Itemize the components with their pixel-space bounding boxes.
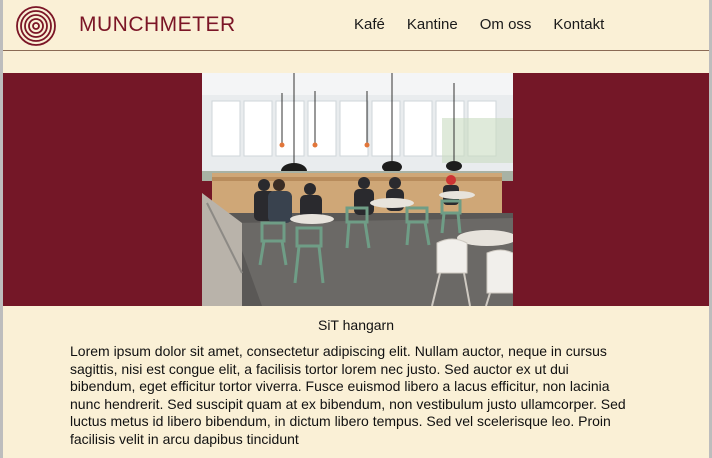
image-caption: SiT hangarn	[317, 317, 394, 333]
body-paragraph: Lorem ipsum dolor sit amet, consectetur …	[70, 343, 626, 447]
brand-title[interactable]: MUNCHMETER	[79, 13, 236, 37]
nav-item-om-oss[interactable]: Om oss	[480, 16, 532, 33]
cafeteria-photo	[202, 73, 513, 306]
main-nav: Kafé Kantine Om oss Kontakt	[354, 16, 626, 33]
nav-item-kantine[interactable]: Kantine	[407, 16, 458, 33]
hero-banner	[3, 73, 709, 306]
nav-item-kontakt[interactable]: Kontakt	[553, 16, 604, 33]
site-header: MUNCHMETER Kafé Kantine Om oss Kontakt	[3, 0, 709, 51]
page: MUNCHMETER Kafé Kantine Om oss Kontakt S…	[3, 0, 709, 458]
nav-item-kafe[interactable]: Kafé	[354, 16, 385, 33]
concentric-circles-icon[interactable]	[15, 5, 57, 47]
